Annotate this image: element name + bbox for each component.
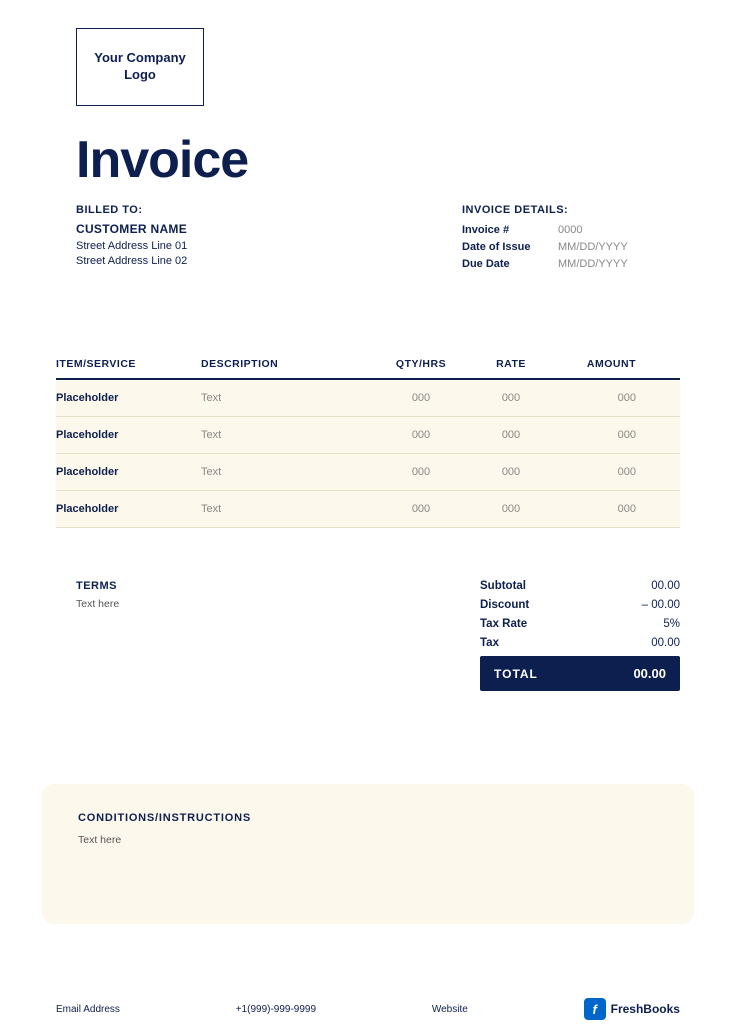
date-of-issue-value: MM/DD/YYYY xyxy=(558,241,628,253)
discount-label: Discount xyxy=(480,599,529,611)
row-item: Placeholder xyxy=(56,466,201,478)
invoice-details-section: INVOICE DETAILS: Invoice # 0000 Date of … xyxy=(462,204,628,275)
row-rate: 000 xyxy=(466,429,556,441)
logo-text: Your Company Logo xyxy=(77,50,203,84)
street-line-2: Street Address Line 02 xyxy=(76,255,187,267)
col-header-amount: AMOUNT xyxy=(556,358,636,370)
terms-label: TERMS xyxy=(76,580,119,592)
due-date-value: MM/DD/YYYY xyxy=(558,258,628,270)
billed-to-label: BILLED TO: xyxy=(76,204,187,216)
subtotal-value: 00.00 xyxy=(651,580,680,592)
customer-name: CUSTOMER NAME xyxy=(76,222,187,236)
row-rate: 000 xyxy=(466,503,556,515)
conditions-text: Text here xyxy=(78,834,658,846)
due-date-row: Due Date MM/DD/YYYY xyxy=(462,258,628,270)
subtotal-label: Subtotal xyxy=(480,580,526,592)
row-qty: 000 xyxy=(376,503,466,515)
tax-row: Tax 00.00 xyxy=(480,637,680,649)
date-of-issue-label: Date of Issue xyxy=(462,241,552,253)
row-qty: 000 xyxy=(376,429,466,441)
row-amount: 000 xyxy=(556,429,636,441)
col-header-desc: DESCRIPTION xyxy=(201,358,376,370)
invoice-num-value: 0000 xyxy=(558,224,582,236)
table-body: Placeholder Text 000 000 000 Placeholder… xyxy=(56,380,680,528)
subtotal-row: Subtotal 00.00 xyxy=(480,580,680,592)
freshbooks-icon: f xyxy=(584,998,606,1020)
tax-rate-label: Tax Rate xyxy=(480,618,527,630)
col-header-qty: QTY/HRS xyxy=(376,358,466,370)
row-rate: 000 xyxy=(466,392,556,404)
total-label: TOTAL xyxy=(494,667,538,681)
table-row: Placeholder Text 000 000 000 xyxy=(56,417,680,454)
row-item: Placeholder xyxy=(56,392,201,404)
tax-value: 00.00 xyxy=(651,637,680,649)
row-desc: Text xyxy=(201,392,376,404)
row-amount: 000 xyxy=(556,466,636,478)
footer-phone: +1(999)-999-9999 xyxy=(236,1004,316,1015)
row-item: Placeholder xyxy=(56,429,201,441)
totals-section: Subtotal 00.00 Discount – 00.00 Tax Rate… xyxy=(480,580,680,691)
items-table: ITEM/SERVICE DESCRIPTION QTY/HRS RATE AM… xyxy=(56,358,680,528)
table-header: ITEM/SERVICE DESCRIPTION QTY/HRS RATE AM… xyxy=(56,358,680,380)
row-amount: 000 xyxy=(556,503,636,515)
footer-email: Email Address xyxy=(56,1004,120,1015)
table-row: Placeholder Text 000 000 000 xyxy=(56,380,680,417)
date-of-issue-row: Date of Issue MM/DD/YYYY xyxy=(462,241,628,253)
invoice-details-header: INVOICE DETAILS: xyxy=(462,204,628,216)
total-value: 00.00 xyxy=(633,666,666,681)
conditions-box: CONDITIONS/INSTRUCTIONS Text here xyxy=(42,784,694,924)
discount-row: Discount – 00.00 xyxy=(480,599,680,611)
terms-text: Text here xyxy=(76,598,119,610)
tax-rate-row: Tax Rate 5% xyxy=(480,618,680,630)
freshbooks-name: FreshBooks xyxy=(611,1002,680,1016)
tax-rate-value: 5% xyxy=(663,618,680,630)
street-line-1: Street Address Line 01 xyxy=(76,240,187,252)
row-desc: Text xyxy=(201,466,376,478)
company-logo: Your Company Logo xyxy=(76,28,204,106)
row-qty: 000 xyxy=(376,392,466,404)
table-row: Placeholder Text 000 000 000 xyxy=(56,454,680,491)
total-bar: TOTAL 00.00 xyxy=(480,656,680,691)
row-desc: Text xyxy=(201,429,376,441)
col-header-item: ITEM/SERVICE xyxy=(56,358,201,370)
col-header-rate: RATE xyxy=(466,358,556,370)
footer: Email Address +1(999)-999-9999 Website f… xyxy=(56,998,680,1020)
row-item: Placeholder xyxy=(56,503,201,515)
row-desc: Text xyxy=(201,503,376,515)
discount-value: – 00.00 xyxy=(642,599,680,611)
due-date-label: Due Date xyxy=(462,258,552,270)
row-qty: 000 xyxy=(376,466,466,478)
row-rate: 000 xyxy=(466,466,556,478)
freshbooks-f: f xyxy=(592,1002,596,1017)
invoice-title: Invoice xyxy=(76,130,248,190)
conditions-label: CONDITIONS/INSTRUCTIONS xyxy=(78,812,658,824)
freshbooks-logo: f FreshBooks xyxy=(584,998,680,1020)
invoice-num-row: Invoice # 0000 xyxy=(462,224,628,236)
table-row: Placeholder Text 000 000 000 xyxy=(56,491,680,528)
terms-section: TERMS Text here xyxy=(76,580,119,610)
invoice-num-label: Invoice # xyxy=(462,224,552,236)
billed-to-section: BILLED TO: CUSTOMER NAME Street Address … xyxy=(76,204,187,270)
footer-website: Website xyxy=(432,1004,468,1015)
tax-label: Tax xyxy=(480,637,499,649)
row-amount: 000 xyxy=(556,392,636,404)
